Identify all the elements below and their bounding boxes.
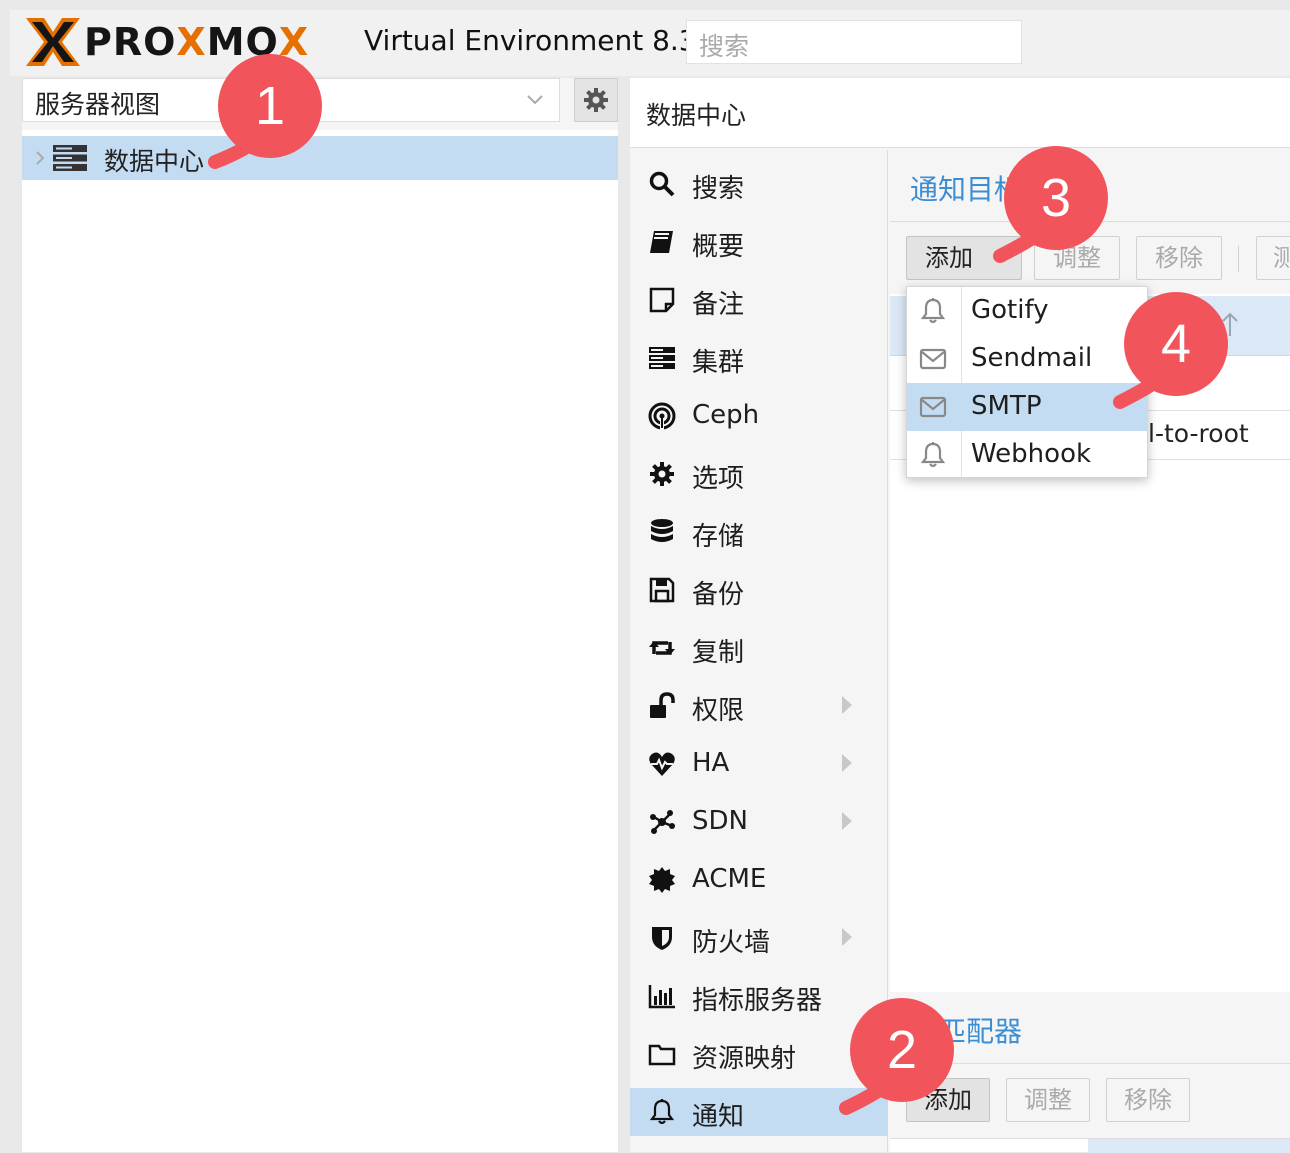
breadcrumb-title: 数据中心: [646, 101, 747, 130]
menu-item-gotify[interactable]: Gotify: [907, 287, 1147, 335]
grid-header-cell: [1088, 1139, 1290, 1153]
nav-item-label: 指标服务器: [692, 986, 823, 1016]
nav-item-label: 通知: [692, 1102, 745, 1132]
nav-item-label: 概要: [692, 232, 745, 262]
nav-item[interactable]: 防火墙: [630, 914, 888, 962]
test-target-button[interactable]: 测试: [1256, 236, 1290, 280]
callout-marker-2: 2: [839, 998, 954, 1115]
retweet-icon: [649, 641, 675, 655]
callout-marker-3: 3: [993, 146, 1108, 263]
nav-item[interactable]: HA: [630, 740, 888, 788]
tree-settings-button[interactable]: [574, 78, 618, 122]
gear-icon: [650, 462, 674, 486]
menu-item-label: Gotify: [971, 295, 1049, 325]
nav-item-label: SDN: [692, 806, 748, 836]
ceph-icon: [648, 402, 676, 430]
gear-icon: [584, 88, 608, 112]
envelope-icon: [919, 396, 947, 418]
nav-item[interactable]: SDN: [630, 798, 888, 846]
resource-tree-panel: [22, 78, 618, 1152]
bar-chart-icon: [648, 985, 675, 1009]
nav-item-label: 资源映射: [692, 1044, 797, 1074]
bell-icon: [649, 1099, 675, 1125]
submenu-arrow-icon: [842, 928, 852, 946]
server-icon: [649, 347, 675, 369]
nav-item-label: Ceph: [692, 400, 760, 430]
nav-item-label: ACME: [692, 864, 767, 894]
nav-item[interactable]: 权限: [630, 682, 888, 730]
envelope-icon: [919, 348, 947, 370]
submenu-arrow-icon: [842, 696, 852, 714]
nav-item[interactable]: 概要: [630, 218, 888, 266]
logo-x-icon: [26, 18, 80, 66]
remove-matcher-button[interactable]: 移除: [1106, 1078, 1190, 1122]
chevron-right-icon[interactable]: [34, 150, 46, 166]
nav-item-label: 防火墙: [692, 928, 771, 958]
matchers-grid-header: [890, 1138, 1290, 1153]
nav-item-label: 权限: [692, 696, 745, 726]
nav-item-label: 集群: [692, 348, 745, 378]
add-target-label: 添加: [925, 244, 973, 272]
chevron-down-icon: [527, 95, 543, 105]
callout-number: 4: [1160, 314, 1192, 374]
menu-item-label: SMTP: [971, 391, 1042, 421]
menu-item-sendmail[interactable]: Sendmail: [907, 335, 1147, 383]
edit-matcher-button[interactable]: 调整: [1006, 1078, 1090, 1122]
menu-item-label: Sendmail: [971, 343, 1093, 373]
network-icon: [650, 810, 675, 834]
logo-text-pro: PRO: [84, 20, 177, 64]
menu-item-webhook[interactable]: Webhook: [907, 431, 1147, 479]
database-icon: [651, 519, 673, 542]
submenu-arrow-icon: [842, 812, 852, 830]
nav-item[interactable]: 备份: [630, 566, 888, 614]
search-icon: [649, 171, 675, 197]
nav-item[interactable]: 存储: [630, 508, 888, 556]
server-icon: [53, 145, 87, 171]
target-name-cell: l-to-root: [1148, 419, 1249, 448]
nav-item[interactable]: 选项: [630, 450, 888, 498]
callout-marker-4: 4: [1113, 292, 1228, 409]
view-select-value: 服务器视图: [35, 90, 161, 119]
logo-text-x: X: [176, 20, 207, 64]
nav-item[interactable]: 搜索: [630, 160, 888, 208]
callout-number: 2: [886, 1020, 918, 1080]
shield-icon: [652, 927, 672, 950]
nav-item-label: 存储: [692, 522, 745, 552]
nav-item[interactable]: ACME: [630, 856, 888, 904]
add-target-menu: Gotify Sendmail SMTP Webhook: [906, 286, 1148, 478]
search-input[interactable]: 搜索: [686, 20, 1022, 64]
note-icon: [649, 287, 675, 313]
callout-number: 1: [254, 76, 286, 136]
callout-number: 3: [1040, 168, 1072, 228]
nav-item[interactable]: Ceph: [630, 392, 888, 440]
certificate-icon: [649, 867, 675, 893]
menu-item-label: Webhook: [971, 439, 1092, 469]
nav-item-label: 选项: [692, 464, 745, 494]
folder-icon: [648, 1044, 676, 1066]
tree-item-label: 数据中心: [104, 147, 205, 176]
unlock-icon: [650, 692, 675, 718]
heartbeat-icon: [649, 752, 675, 776]
bell-icon: [920, 442, 946, 468]
nav-item-label: 搜索: [692, 174, 745, 204]
floppy-icon: [649, 577, 675, 603]
callout-marker-1: 1: [208, 54, 322, 169]
nav-item-label: 复制: [692, 638, 745, 668]
bell-icon: [920, 298, 946, 324]
nav-item-label: 备注: [692, 290, 745, 320]
nav-item[interactable]: 备注: [630, 276, 888, 324]
nav-item[interactable]: 集群: [630, 334, 888, 382]
toolbar-divider: [1238, 246, 1239, 272]
nav-item-label: 备份: [692, 580, 745, 610]
book-icon: [650, 231, 673, 253]
nav-item-label: HA: [692, 748, 730, 778]
remove-target-button[interactable]: 移除: [1136, 236, 1222, 280]
menu-item-smtp[interactable]: SMTP: [907, 383, 1147, 431]
breadcrumb: 数据中心: [630, 78, 1290, 148]
nav-item[interactable]: 复制: [630, 624, 888, 672]
submenu-arrow-icon: [842, 754, 852, 772]
version-label: Virtual Environment 8.3.0: [364, 24, 724, 57]
